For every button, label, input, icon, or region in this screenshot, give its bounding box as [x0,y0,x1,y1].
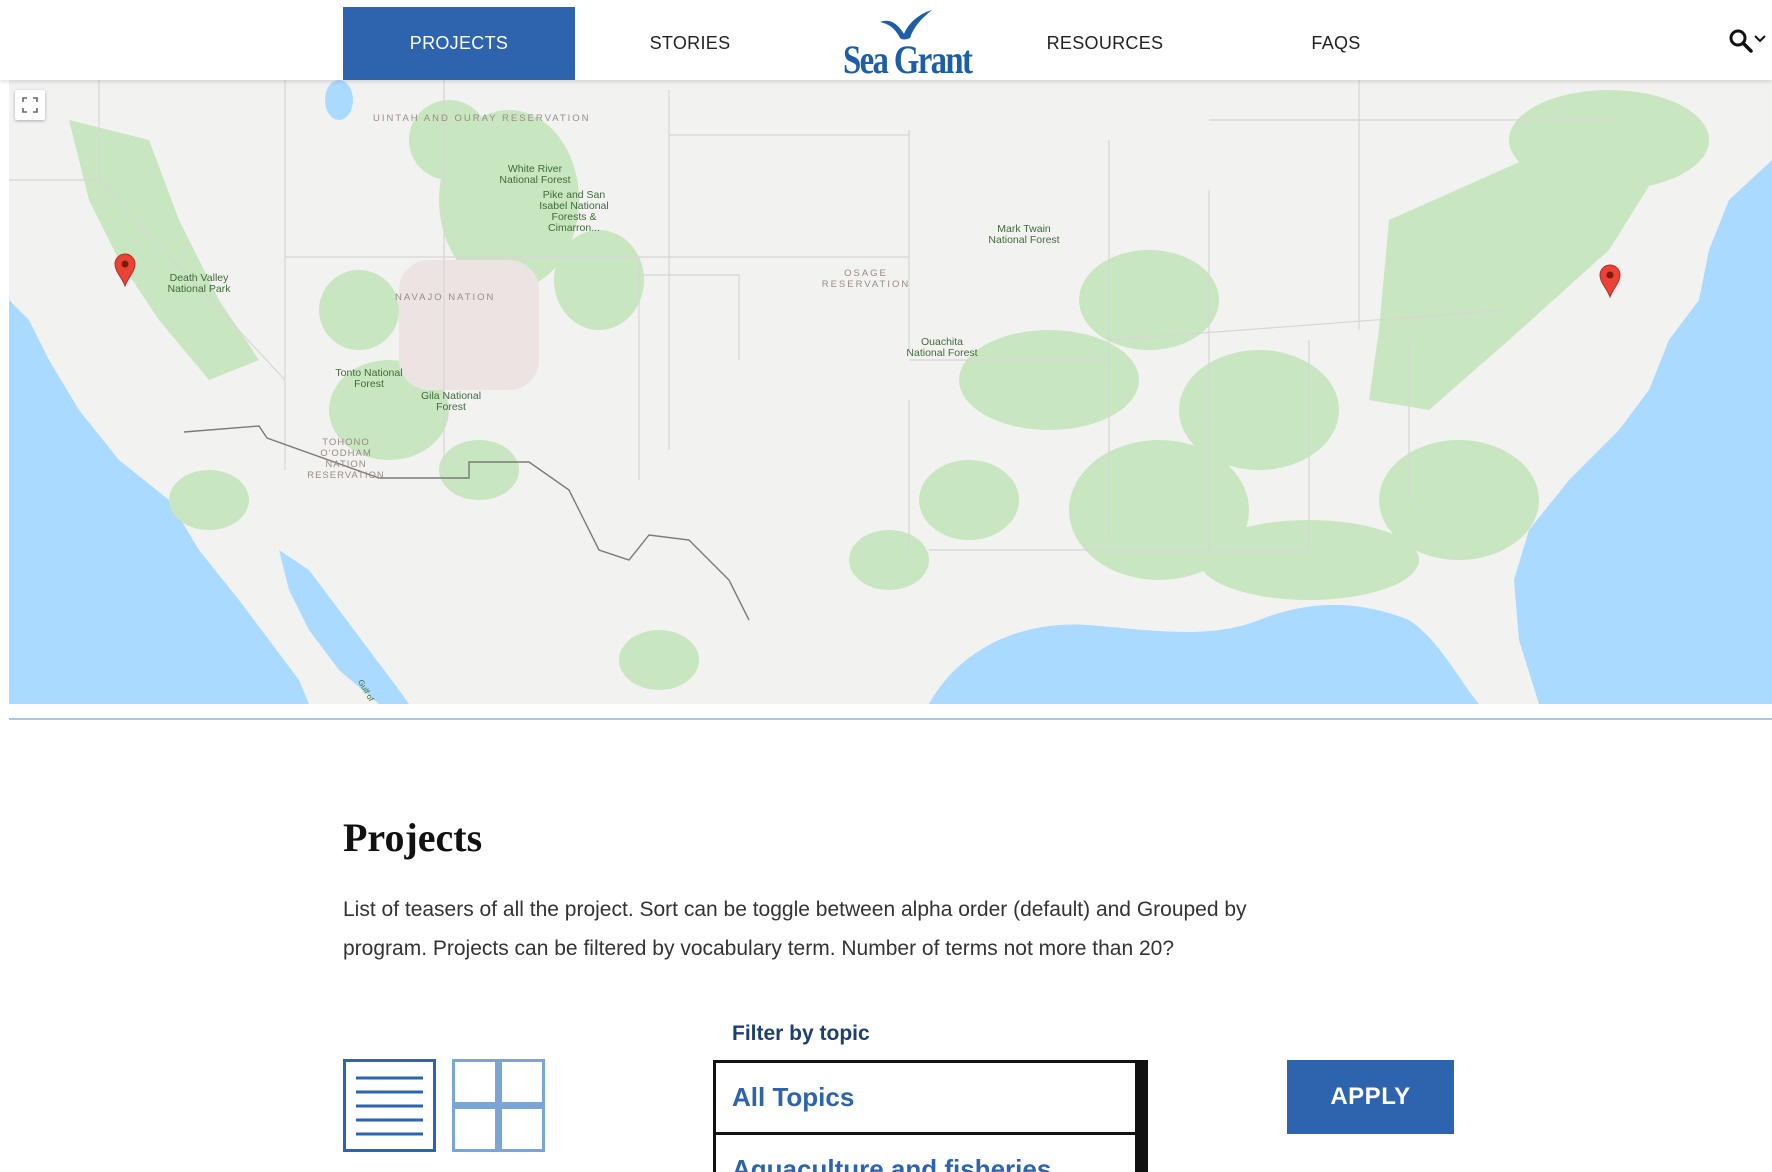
grid-view-icon [455,1062,542,1149]
nav-resources[interactable]: RESOURCES [990,7,1220,80]
nav-projects[interactable]: PROJECTS [343,7,575,80]
map-label-tonto: Tonto National Forest [335,367,403,390]
search-icon [1729,29,1753,53]
map-label-tohono: TOHONO O'ODHAM NATION RESERVATION [307,437,385,481]
search-toggle[interactable] [1728,28,1768,56]
map-label-ouachita: Ouachita National Forest [906,336,978,359]
map-label-gila: Gila National Forest [420,390,482,413]
site-header: PROJECTS STORIES Sea Grant RESOURCES FAQ… [0,0,1772,82]
map-base [9,80,1772,704]
fullscreen-button[interactable] [15,90,45,120]
filter-topic-label: Filter by topic [732,1022,870,1045]
map-label-pike: Pike and San Isabel National Forests & C… [539,189,609,234]
select-scrollbar[interactable] [1135,1063,1145,1172]
projects-map[interactable]: UINTAH AND OURAY RESERVATION White River… [9,80,1772,704]
logo-text: Sea Grant [843,37,973,82]
map-pin-icon [1599,264,1621,299]
intro-text: List of teasers of all the project. Sort… [343,898,1247,960]
map-label-osage: OSAGE RESERVATION [821,268,911,290]
topic-select[interactable]: All Topics Aquaculture and fisheries [713,1060,1148,1172]
select-option-all-topics[interactable]: All Topics [716,1063,1145,1135]
map-label-white-river: White River National Forest [499,163,571,186]
list-view-icon [356,1076,423,1136]
map-marker-west[interactable] [114,253,136,288]
map-label-navajo: NAVAJO NATION [395,292,496,303]
nav-faqs[interactable]: FAQS [1220,7,1452,80]
map-label-death-valley: Death Valley National Park [167,272,231,295]
map-divider [9,718,1772,720]
chevron-down-icon [1754,35,1766,43]
list-view-button[interactable] [343,1059,436,1152]
nav-stories[interactable]: STORIES [575,7,805,80]
sea-grant-logo[interactable]: Sea Grant [838,8,973,82]
apply-button[interactable]: APPLY [1287,1060,1454,1134]
map-pin-icon [114,253,136,288]
map-marker-east[interactable] [1599,264,1621,299]
map-label-mark-twain: Mark Twain National Forest [988,223,1060,246]
select-option-aquaculture[interactable]: Aquaculture and fisheries [716,1135,1145,1172]
grid-view-button[interactable] [452,1059,545,1152]
map-label-uintah: UINTAH AND OURAY RESERVATION [373,113,591,124]
fullscreen-icon [22,97,38,113]
page-title: Projects [343,815,483,860]
